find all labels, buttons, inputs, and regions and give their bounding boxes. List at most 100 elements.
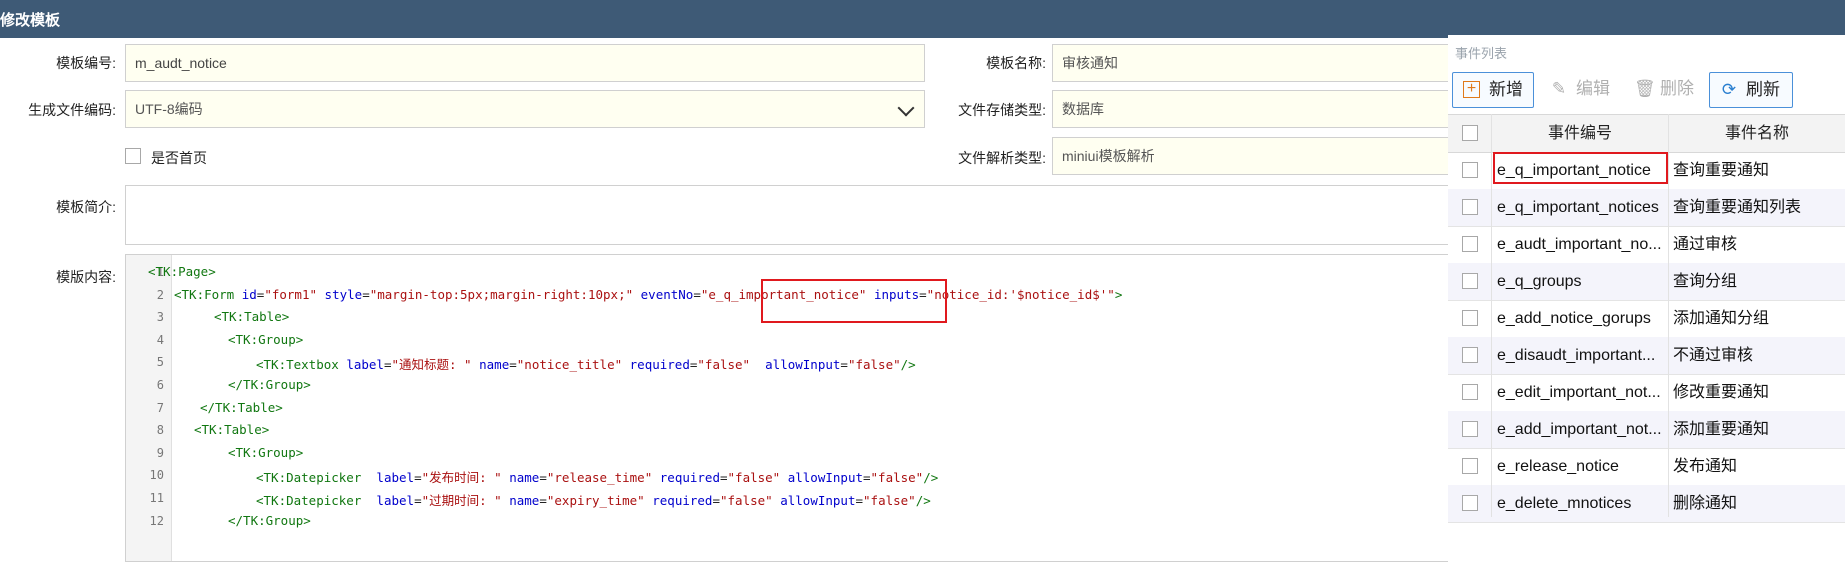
line-number: 4 (156, 332, 164, 347)
code-token: = (719, 470, 728, 486)
event-row[interactable]: e_add_important_not... 添加重要通知 (1448, 411, 1845, 449)
code-token: = (863, 470, 871, 486)
code-token: <TK:Group> (228, 444, 304, 460)
row-checkbox[interactable] (1462, 199, 1478, 215)
line-number: 7 (156, 400, 164, 415)
line-number: 5 (156, 355, 164, 370)
code-token: "false" (847, 357, 901, 373)
code-token: name (509, 493, 540, 508)
code-line: <TK:Datepicker label="过期时间: " name="expi… (256, 490, 931, 509)
row-checkbox[interactable] (1462, 310, 1478, 326)
code-token: allowInput (765, 357, 841, 373)
event-row[interactable]: e_edit_important_not... 修改重要通知 (1448, 374, 1845, 412)
edit-button[interactable]: ✎ 编辑 (1540, 72, 1622, 108)
intro-textarea[interactable] (125, 185, 1455, 245)
row-checkbox[interactable] (1462, 347, 1478, 363)
event-name-cell: 添加重要通知 (1673, 421, 1770, 438)
code-token: = (712, 493, 720, 508)
row-checkbox[interactable] (1462, 495, 1478, 511)
event-row[interactable]: e_delete_mnotices 删除通知 (1448, 485, 1845, 523)
code-token: "notice_id:'$notice_id$'" (926, 286, 1115, 302)
code-token: label (376, 470, 415, 486)
parse-type-label: 文件解析类型: (958, 150, 1046, 166)
event-row[interactable]: e_add_notice_gorups 添加通知分组 (1448, 300, 1845, 338)
trash-icon: 🗑 (1634, 79, 1656, 98)
code-token: <TK:Table> (214, 309, 290, 325)
code-token: <TK:Table> (194, 422, 270, 438)
code-token: label (376, 493, 415, 508)
template-no-input[interactable]: m_audt_notice (125, 44, 925, 82)
event-row[interactable]: e_disaudt_important... 不通过审核 (1448, 337, 1845, 375)
add-button[interactable]: + 新增 (1452, 72, 1534, 108)
event-name-cell: 不通过审核 (1673, 347, 1754, 364)
code-token: "form1" (264, 286, 318, 302)
select-all-checkbox[interactable] (1462, 125, 1478, 141)
event-no-cell: e_q_groups (1497, 273, 1582, 290)
event-row[interactable]: e_release_notice 发布通知 (1448, 448, 1845, 486)
row-checkbox[interactable] (1462, 162, 1478, 178)
line-number: 12 (149, 513, 164, 528)
code-token: "margin-top:5px;margin-right:10px;" (369, 286, 634, 302)
parse-type-input[interactable]: miniui模板解析 (1052, 137, 1452, 175)
code-line: </TK:Group> (228, 513, 311, 528)
row-checkbox[interactable] (1462, 458, 1478, 474)
code-token: allowInput (780, 493, 856, 508)
event-no-cell: e_release_notice (1497, 458, 1619, 475)
code-line: <TK:Page> (148, 264, 216, 279)
code-token: "通知标题: " (391, 357, 472, 373)
code-token: = (840, 357, 848, 373)
event-row[interactable]: e_q_groups 查询分组 (1448, 263, 1845, 301)
plus-icon: + (1463, 81, 1480, 98)
chevron-down-icon[interactable] (897, 99, 915, 117)
code-token: = (509, 357, 517, 373)
code-token: /> (900, 357, 916, 373)
delete-button[interactable]: 🗑 删除 (1624, 72, 1706, 108)
event-no-cell: e_edit_important_not... (1497, 384, 1661, 401)
code-token: </TK:Group> (228, 512, 311, 528)
homepage-checkbox[interactable] (125, 148, 141, 164)
refresh-button[interactable]: ⟳ 刷新 (1709, 72, 1793, 108)
line-number: 3 (156, 310, 164, 325)
storage-type-input[interactable]: 数据库 (1052, 90, 1452, 128)
code-token: required (659, 470, 720, 486)
code-token: <TK:Form (174, 286, 242, 302)
code-line: <TK:Textbox label="通知标题: " name="notice_… (256, 354, 916, 373)
event-no-cell: e_add_important_not... (1497, 421, 1662, 438)
code-token: name (479, 357, 510, 373)
homepage-label: 是否首页 (151, 150, 207, 166)
intro-label: 模板简介: (56, 199, 116, 215)
panel-title: 事件列表 (1455, 46, 1508, 61)
row-checkbox[interactable] (1462, 384, 1478, 400)
event-name-cell: 查询分组 (1673, 273, 1738, 290)
code-token: "release_time" (546, 470, 653, 486)
event-no-cell: e_q_important_notices (1497, 199, 1659, 216)
code-line: <TK:Group> (228, 445, 303, 460)
code-token: name (509, 470, 540, 486)
row-checkbox[interactable] (1462, 273, 1478, 289)
code-line: <TK:Datepicker label="发布时间: " name="rele… (256, 467, 938, 486)
code-token: > (1114, 286, 1123, 302)
refresh-icon: ⟳ (1721, 80, 1737, 99)
template-no-label: 模板编号: (56, 55, 116, 71)
row-checkbox[interactable] (1462, 421, 1478, 437)
code-token: id (241, 286, 257, 302)
encoding-select[interactable]: UTF-8编码 (125, 90, 925, 128)
storage-type-label: 文件存储类型: (958, 102, 1046, 118)
event-row[interactable]: e_q_important_notices 查询重要通知列表 (1448, 189, 1845, 227)
code-editor[interactable]: 1 2 3 4 5 6 7 8 9 10 11 12 <TK:Page> <TK:Form id="fo… (125, 254, 1455, 562)
row-checkbox[interactable] (1462, 236, 1478, 252)
event-row[interactable]: e_audt_important_no... 通过审核 (1448, 226, 1845, 264)
highlight-box-first-row (1493, 152, 1668, 184)
template-name-input[interactable]: 审核通知 (1052, 44, 1452, 82)
code-token: <TK:Page> (148, 264, 216, 279)
line-number: 2 (156, 287, 164, 302)
code-line: </TK:Group> (228, 377, 311, 392)
event-list-panel: 事件列表 + 新增 ✎ 编辑 🗑 删除 ⟳ 刷新 事件编号 事件名称 e_q_i… (1448, 35, 1845, 562)
column-header-event-no: 事件编号 (1547, 125, 1612, 142)
code-token: <TK:Textbox (256, 357, 347, 373)
code-line: <TK:Form id="form1" style="margin-top:5p… (174, 287, 1122, 302)
